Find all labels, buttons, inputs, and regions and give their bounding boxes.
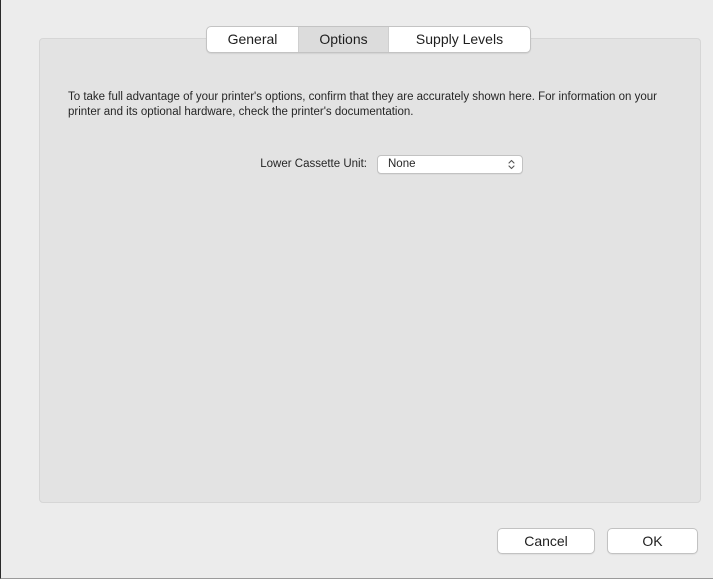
lower-cassette-unit-value: None (388, 158, 416, 170)
lower-cassette-unit-select[interactable]: None (377, 155, 523, 174)
ok-button[interactable]: OK (607, 528, 698, 554)
tab-general[interactable]: General (207, 27, 299, 52)
lower-cassette-unit-label: Lower Cassette Unit: (260, 158, 367, 170)
cancel-button[interactable]: Cancel (497, 528, 595, 554)
tab-bar: General Options Supply Levels (206, 26, 531, 53)
tab-supply-levels[interactable]: Supply Levels (389, 27, 530, 52)
printer-options-dialog: General Options Supply Levels To take fu… (0, 0, 713, 579)
tab-options[interactable]: Options (299, 27, 389, 52)
up-down-chevron-icon (508, 159, 515, 170)
options-description: To take full advantage of your printer's… (68, 91, 657, 118)
